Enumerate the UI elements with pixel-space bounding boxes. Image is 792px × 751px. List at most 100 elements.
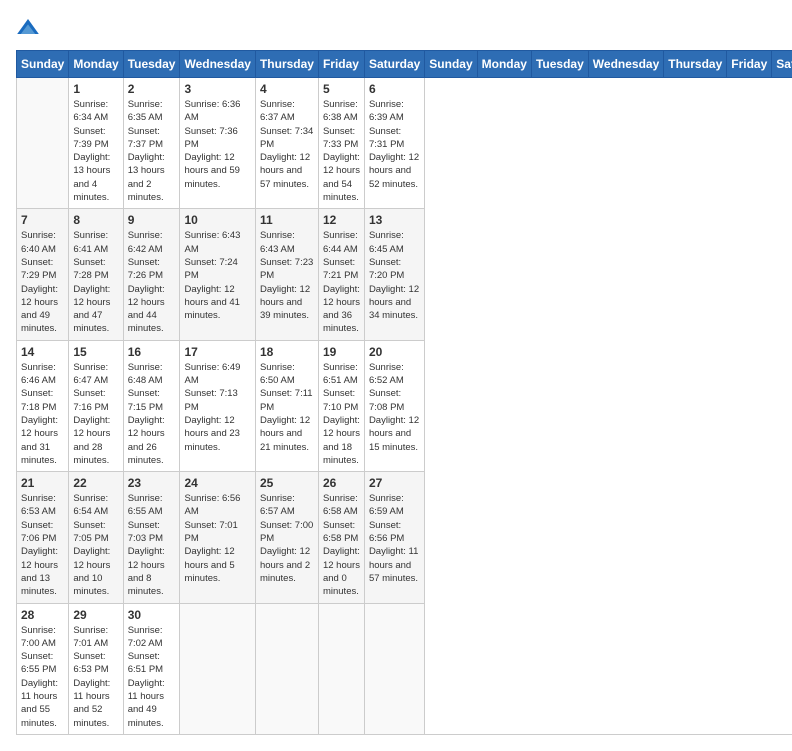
day-number: 10 [184,213,250,227]
day-info: Sunrise: 6:37 AM Sunset: 7:34 PM Dayligh… [260,98,314,191]
day-info: Sunrise: 6:48 AM Sunset: 7:15 PM Dayligh… [128,361,176,467]
header-thursday: Thursday [255,51,318,78]
day-info: Sunrise: 6:34 AM Sunset: 7:39 PM Dayligh… [73,98,118,204]
calendar-cell: 26Sunrise: 6:58 AM Sunset: 6:58 PM Dayli… [318,472,364,603]
calendar-cell [180,603,255,734]
calendar-cell: 30 Sunrise: 7:02 AM Sunset: 6:51 PM Dayli… [123,603,180,734]
day-info: Sunrise: 6:50 AM Sunset: 7:11 PM Dayligh… [260,361,314,454]
day-number: 27 [369,476,420,490]
calendar-cell: 20Sunrise: 6:52 AM Sunset: 7:08 PM Dayli… [364,340,424,471]
day-number: 11 [260,213,314,227]
day-info: Sunrise: 6:54 AM Sunset: 7:05 PM Dayligh… [73,492,118,598]
calendar-table: SundayMondayTuesdayWednesdayThursdayFrid… [16,50,792,735]
calendar-cell [255,603,318,734]
header-tuesday: Tuesday [531,51,588,78]
header-tuesday: Tuesday [123,51,180,78]
calendar-cell: 3 Sunrise: 6:36 AM Sunset: 7:36 PM Daylig… [180,78,255,209]
calendar-cell: 29Sunrise: 7:01 AM Sunset: 6:53 PM Dayli… [69,603,123,734]
day-number: 13 [369,213,420,227]
header-wednesday: Wednesday [180,51,255,78]
day-info: Sunrise: 6:45 AM Sunset: 7:20 PM Dayligh… [369,229,420,322]
day-info: Sunrise: 7:02 AM Sunset: 6:51 PM Dayligh… [128,624,176,730]
calendar-cell: 1Sunrise: 6:34 AM Sunset: 7:39 PM Daylig… [69,78,123,209]
day-number: 4 [260,82,314,96]
calendar-cell: 27 Sunrise: 6:59 AM Sunset: 6:56 PM Dayli… [364,472,424,603]
day-info: Sunrise: 6:55 AM Sunset: 7:03 PM Dayligh… [128,492,176,598]
day-number: 30 [128,608,176,622]
header-monday: Monday [69,51,123,78]
calendar-cell: 14 Sunrise: 6:46 AM Sunset: 7:18 PM Dayli… [17,340,69,471]
calendar-cell: 22Sunrise: 6:54 AM Sunset: 7:05 PM Dayli… [69,472,123,603]
day-number: 21 [21,476,64,490]
day-info: Sunrise: 6:52 AM Sunset: 7:08 PM Dayligh… [369,361,420,454]
day-info: Sunrise: 6:51 AM Sunset: 7:10 PM Dayligh… [323,361,360,467]
header-friday: Friday [727,51,772,78]
day-number: 7 [21,213,64,227]
calendar-week-row: 1Sunrise: 6:34 AM Sunset: 7:39 PM Daylig… [17,78,792,209]
day-number: 5 [323,82,360,96]
calendar-cell: 5 Sunrise: 6:38 AM Sunset: 7:33 PM Daylig… [318,78,364,209]
day-info: Sunrise: 6:47 AM Sunset: 7:16 PM Dayligh… [73,361,118,467]
day-info: Sunrise: 6:39 AM Sunset: 7:31 PM Dayligh… [369,98,420,191]
day-info: Sunrise: 6:44 AM Sunset: 7:21 PM Dayligh… [323,229,360,335]
calendar-cell: 24 Sunrise: 6:56 AM Sunset: 7:01 PM Dayli… [180,472,255,603]
calendar-cell: 21 Sunrise: 6:53 AM Sunset: 7:06 PM Dayli… [17,472,69,603]
calendar-week-row: 28Sunrise: 7:00 AM Sunset: 6:55 PM Dayli… [17,603,792,734]
calendar-cell [17,78,69,209]
calendar-cell: 16 Sunrise: 6:48 AM Sunset: 7:15 PM Dayli… [123,340,180,471]
calendar-header-row: SundayMondayTuesdayWednesdayThursdayFrid… [17,51,792,78]
calendar-cell: 10Sunrise: 6:43 AM Sunset: 7:24 PM Dayli… [180,209,255,340]
calendar-cell: 12 Sunrise: 6:44 AM Sunset: 7:21 PM Dayli… [318,209,364,340]
day-info: Sunrise: 6:38 AM Sunset: 7:33 PM Dayligh… [323,98,360,204]
header-saturday: Saturday [364,51,424,78]
day-info: Sunrise: 6:57 AM Sunset: 7:00 PM Dayligh… [260,492,314,585]
logo [16,16,44,40]
day-number: 23 [128,476,176,490]
day-number: 17 [184,345,250,359]
day-info: Sunrise: 6:35 AM Sunset: 7:37 PM Dayligh… [128,98,176,204]
day-number: 8 [73,213,118,227]
logo-icon [16,16,40,40]
day-number: 14 [21,345,64,359]
calendar-cell: 23 Sunrise: 6:55 AM Sunset: 7:03 PM Dayli… [123,472,180,603]
day-info: Sunrise: 6:59 AM Sunset: 6:56 PM Dayligh… [369,492,420,585]
day-info: Sunrise: 6:46 AM Sunset: 7:18 PM Dayligh… [21,361,64,467]
header-friday: Friday [318,51,364,78]
calendar-cell: 6 Sunrise: 6:39 AM Sunset: 7:31 PM Daylig… [364,78,424,209]
day-number: 16 [128,345,176,359]
day-info: Sunrise: 6:40 AM Sunset: 7:29 PM Dayligh… [21,229,64,335]
calendar-cell [318,603,364,734]
calendar-cell: 17Sunrise: 6:49 AM Sunset: 7:13 PM Dayli… [180,340,255,471]
calendar-cell: 11Sunrise: 6:43 AM Sunset: 7:23 PM Dayli… [255,209,318,340]
calendar-cell: 4 Sunrise: 6:37 AM Sunset: 7:34 PM Daylig… [255,78,318,209]
calendar-cell: 13 Sunrise: 6:45 AM Sunset: 7:20 PM Dayli… [364,209,424,340]
day-number: 28 [21,608,64,622]
calendar-cell: 9Sunrise: 6:42 AM Sunset: 7:26 PM Daylig… [123,209,180,340]
header-wednesday: Wednesday [588,51,663,78]
calendar-cell: 18 Sunrise: 6:50 AM Sunset: 7:11 PM Dayli… [255,340,318,471]
page-header [16,16,776,40]
day-info: Sunrise: 6:53 AM Sunset: 7:06 PM Dayligh… [21,492,64,598]
header-saturday: Saturday [772,51,792,78]
day-number: 6 [369,82,420,96]
calendar-week-row: 7 Sunrise: 6:40 AM Sunset: 7:29 PM Daylig… [17,209,792,340]
header-sunday: Sunday [425,51,477,78]
day-number: 19 [323,345,360,359]
header-monday: Monday [477,51,531,78]
day-number: 3 [184,82,250,96]
header-thursday: Thursday [664,51,727,78]
day-info: Sunrise: 6:56 AM Sunset: 7:01 PM Dayligh… [184,492,250,585]
day-info: Sunrise: 6:42 AM Sunset: 7:26 PM Dayligh… [128,229,176,335]
calendar-week-row: 21 Sunrise: 6:53 AM Sunset: 7:06 PM Dayli… [17,472,792,603]
day-number: 12 [323,213,360,227]
calendar-cell: 28Sunrise: 7:00 AM Sunset: 6:55 PM Dayli… [17,603,69,734]
day-number: 26 [323,476,360,490]
calendar-cell [364,603,424,734]
calendar-cell: 19 Sunrise: 6:51 AM Sunset: 7:10 PM Dayli… [318,340,364,471]
day-info: Sunrise: 6:36 AM Sunset: 7:36 PM Dayligh… [184,98,250,191]
day-number: 24 [184,476,250,490]
calendar-cell: 8Sunrise: 6:41 AM Sunset: 7:28 PM Daylig… [69,209,123,340]
day-number: 18 [260,345,314,359]
day-number: 15 [73,345,118,359]
calendar-cell: 15 Sunrise: 6:47 AM Sunset: 7:16 PM Dayli… [69,340,123,471]
